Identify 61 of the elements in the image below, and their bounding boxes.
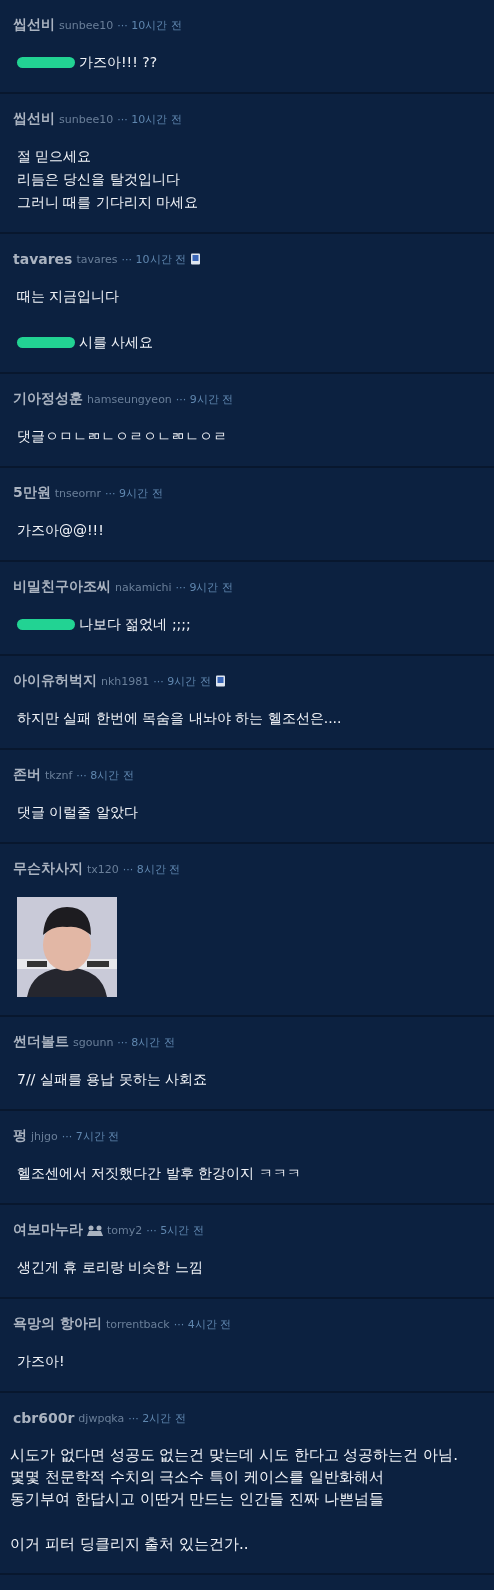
comment-text: 시를 사세요 <box>79 333 154 352</box>
user-id: tx120 <box>87 862 119 876</box>
nickname[interactable]: 여보마누라 <box>13 1221 83 1239</box>
user-id: nkh1981 <box>101 674 150 688</box>
nickname[interactable]: 펑 <box>13 1127 27 1145</box>
nickname[interactable]: 무슨차사지 <box>13 860 83 878</box>
nickname[interactable]: 5만원 <box>13 484 51 502</box>
nickname[interactable]: 썬더볼트 <box>13 1033 69 1051</box>
comment-text: 몇몇 천문학적 수치의 극소수 특이 케이스를 일반화해서 <box>10 1467 384 1488</box>
user-id: torrentback <box>105 1317 170 1331</box>
user-id: sgounn <box>73 1035 114 1049</box>
comment-text: 이거 피터 딩클리지 출처 있는건가.. <box>10 1534 249 1555</box>
nickname[interactable]: 욕망의 항아리 <box>13 1315 102 1333</box>
timestamp: ··· 9시간 전 <box>105 485 163 501</box>
comment-text: 리듬은 당신을 탈것입니다 <box>17 170 180 189</box>
nickname[interactable]: 존버 <box>13 766 41 784</box>
nickname[interactable]: 씹선비 <box>13 16 55 34</box>
user-id: tnseornr <box>54 486 102 500</box>
user-id: jhjgo <box>31 1129 58 1143</box>
comment-text: 때는 지금입니다 <box>17 287 120 306</box>
comment-text: 그러니 때를 기다리지 마세요 <box>17 193 199 212</box>
comment-text: 절 믿으세요 <box>17 147 92 166</box>
comment-text: 생긴게 휴 로리랑 비슷한 느낌 <box>17 1258 203 1277</box>
user-id: tomy2 <box>107 1223 143 1237</box>
timestamp: ··· 9시간 전 <box>175 391 234 407</box>
user-id: tkznf <box>45 768 73 782</box>
comment-text: 가즈아!!! ?? <box>79 53 158 72</box>
nickname[interactable]: 씹선비 <box>13 110 55 128</box>
comment-text: 시도가 없다면 성공도 없는건 맞는데 시도 한다고 성공하는건 아님. <box>10 1445 458 1466</box>
nickname[interactable]: tavares <box>13 251 73 267</box>
timestamp: ··· 4시간 전 <box>173 1316 232 1332</box>
timestamp: ··· 8시간 전 <box>76 767 134 783</box>
comment-text: 가즈아! <box>17 1352 65 1371</box>
timestamp: ··· 5시간 전 <box>146 1222 204 1238</box>
timestamp: ··· 8시간 전 <box>122 861 181 877</box>
comment-text: 하지만 실패 한번에 목숨을 내놔야 하는 헬조선은.... <box>17 709 342 728</box>
timestamp: ··· 10시간 전 <box>117 17 182 33</box>
timestamp: ··· 9시간 전 <box>153 673 211 689</box>
user-id: hamseungyeon <box>87 392 172 406</box>
timestamp: ··· 10시간 전 <box>117 111 182 127</box>
nickname[interactable]: 비밀친구아조씨 <box>13 578 111 596</box>
nickname[interactable]: 아이유허벅지 <box>13 672 97 690</box>
user-id: djwpqka <box>78 1411 125 1425</box>
timestamp: ··· 7시간 전 <box>61 1128 120 1144</box>
user-id: sunbee10 <box>59 18 114 32</box>
nickname[interactable]: 기아정성훈 <box>13 390 83 408</box>
nickname[interactable]: cbr600r <box>13 1410 75 1426</box>
timestamp: ··· 2시간 전 <box>128 1410 186 1426</box>
user-id: nakamichi <box>115 580 172 594</box>
comment-text: 댓글ㅇㅁㄴㄻㄴㅇㄹㅇㄴㄻㄴㅇㄹ <box>17 427 227 446</box>
timestamp: ··· 8시간 전 <box>117 1034 175 1050</box>
user-id: tavares <box>76 252 118 266</box>
comment-text: 동기부여 한답시고 이딴거 만드는 인간들 진짜 나쁜넘들 <box>10 1489 384 1510</box>
comment-text: 나보다 젊었네 ;;;; <box>79 615 191 634</box>
comment-text: 헬조센에서 저짓했다간 발후 한강이지 ㅋㅋㅋ <box>17 1164 301 1183</box>
timestamp: ··· 10시간 전 <box>121 251 187 267</box>
comment-text: 7// 실패를 용납 못하는 사회죠 <box>17 1070 208 1089</box>
timestamp: ··· 9시간 전 <box>175 579 233 595</box>
user-id: sunbee10 <box>59 112 114 126</box>
comment-text: 댓글 이럴줄 알았다 <box>17 803 138 822</box>
comment-text: 가즈아@@!!! <box>17 521 104 540</box>
